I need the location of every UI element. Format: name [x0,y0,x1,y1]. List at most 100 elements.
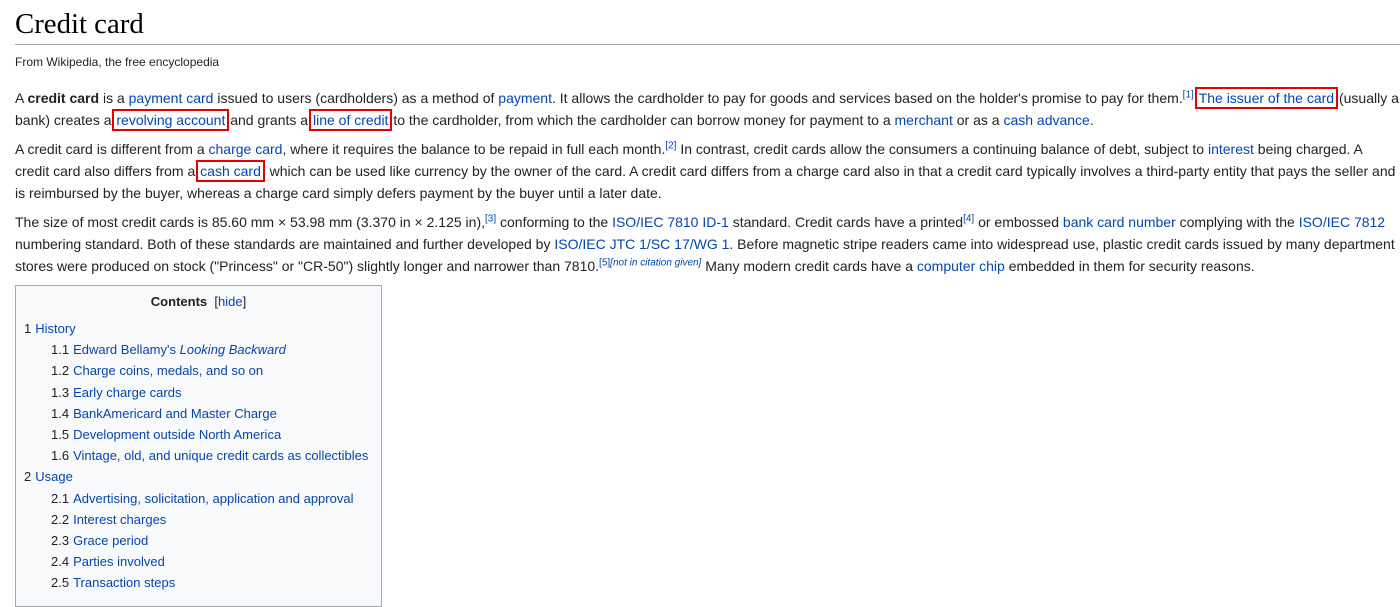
toc-item-usage[interactable]: 2 Usage [24,466,373,487]
citation-3[interactable]: [3] [485,213,496,224]
citation-link[interactable]: [3] [485,213,496,224]
text: . It allows the cardholder to pay for go… [551,90,1183,106]
citation-5[interactable]: [5] [599,257,610,268]
link-issuer-highlighted[interactable]: The issuer of the card [1194,87,1339,109]
link-line-of-credit-highlighted[interactable]: line of credit [308,109,393,131]
toc-number: 1.6 [51,448,70,464]
link-cash-advance[interactable]: cash advance [1003,112,1089,128]
text: embedded in them for security reasons. [1004,258,1255,274]
toc-list: 1 History 1.1 Edward Bellamy's Looking Bac… [24,318,373,594]
article: Credit card From Wikipedia, the free enc… [0,0,1400,607]
toc-label: Transaction steps [73,575,176,591]
text: standard. Credit cards have a printed [728,214,964,230]
toc-label: Development outside North America [73,427,282,443]
toc-item-history[interactable]: 1 History [24,318,373,339]
link-payment-card[interactable]: payment card [129,90,214,106]
link-iso-iec-jtc1[interactable]: ISO/IEC JTC 1/SC 17/WG 1 [554,236,729,252]
link-interest[interactable]: interest [1208,141,1254,157]
site-subtitle: From Wikipedia, the free encyclopedia [15,55,220,69]
toc-item-interest-charges[interactable]: 2.2 Interest charges [24,509,373,530]
intro-paragraph-3: The size of most credit cards is 85.60 m… [15,211,1400,277]
toc-number: 1.4 [51,405,70,421]
toc-number: 1.5 [51,427,70,443]
page-title: Credit card [15,0,1400,45]
toc-item-charge-coins[interactable]: 1.2 Charge coins, medals, and so on [24,360,373,381]
citation-needed-note[interactable]: [not in citation given] [610,257,701,268]
toc-label: Vintage, old, and unique credit cards as… [73,448,369,464]
link-id-1[interactable]: ID-1 [702,214,728,230]
text: A [15,90,28,106]
toc-item-development-outside-na[interactable]: 1.5 Development outside North America [24,424,373,445]
toc-label: Parties involved [73,554,165,570]
toc-label: Edward Bellamy's [73,342,180,358]
citation-note-text: [not in citation given] [610,257,702,269]
text: and grants a [226,112,312,128]
link-iso-iec-7812[interactable]: ISO/IEC 7812 [1299,214,1385,230]
toc-header: Contents [hide] [24,293,373,311]
link-cash-card-highlighted[interactable]: cash card [196,160,265,182]
table-of-contents: Contents [hide] 1 History 1.1 Edward Bella… [15,285,382,607]
toc-label: Interest charges [73,511,167,527]
text: The size of most credit cards is 85.60 m… [15,214,485,230]
text: In contrast, credit cards allow the cons… [676,141,1208,157]
text: or as a [952,112,1004,128]
text: Many modern credit cards have a [701,258,917,274]
toc-item-parties-involved[interactable]: 2.4 Parties involved [24,551,373,572]
citation-link[interactable]: [4] [963,213,974,224]
toc-title: Contents [150,294,208,309]
link-payment[interactable]: payment [498,90,552,106]
toc-label: Advertising, solicitation, application a… [73,490,354,506]
link-bank-card-number[interactable]: bank card number [1063,214,1176,230]
toc-number: 2.5 [51,575,70,591]
toc-item-bankamericard[interactable]: 1.4 BankAmericard and Master Charge [24,403,373,424]
citation-4[interactable]: [4] [963,213,974,224]
text: , where it requires the balance to be re… [282,141,666,157]
toc-item-early-charge-cards[interactable]: 1.3 Early charge cards [24,382,373,403]
citation-link[interactable]: [1] [1183,89,1194,100]
text: or embossed [974,214,1063,230]
link-iso-iec-7810[interactable]: ISO/IEC 7810 [612,214,698,230]
citation-1[interactable]: [1] [1183,89,1194,100]
term-bold: credit card [27,90,100,106]
text: complying with the [1175,214,1299,230]
text: A credit card is different from a [15,141,209,157]
text: is a [99,90,129,106]
intro-paragraph-1: A credit card is a payment card issued t… [15,87,1400,131]
toc-number: 2.3 [51,533,70,549]
toc-number: 2.1 [51,490,70,506]
text: issued to users (cardholders) as a metho… [213,90,499,106]
citation-note-link[interactable]: [not in citation given] [610,257,701,268]
toc-label: Grace period [73,533,149,549]
link-computer-chip[interactable]: computer chip [917,258,1005,274]
toc-label: Early charge cards [73,384,182,400]
intro-paragraph-2: A credit card is different from a charge… [15,138,1400,204]
toc-number: 2.2 [51,511,70,527]
text: . [1089,112,1094,128]
toc-number: 1 [24,321,32,336]
toc-label: Usage [35,469,73,485]
citation-link[interactable]: [5] [599,257,610,268]
citation-link[interactable]: [2] [665,140,676,151]
toc-item-advertising[interactable]: 2.1 Advertising, solicitation, applicatio… [24,488,373,509]
toc-number: 2.4 [51,554,70,570]
toc-item-transaction-steps[interactable]: 2.5 Transaction steps [24,572,373,593]
toc-item-grace-period[interactable]: 2.3 Grace period [24,530,373,551]
citation-2[interactable]: [2] [665,140,676,151]
text: conforming to the [496,214,613,230]
link-revolving-account-highlighted[interactable]: revolving account [112,109,230,131]
toc-item-vintage-collectibles[interactable]: 1.6 Vintage, old, and unique credit cards… [24,445,373,466]
toc-label-italic: Looking Backward [179,342,286,358]
toc-number: 2 [24,469,32,485]
toc-hide-toggle[interactable]: hide [218,294,243,309]
link-charge-card[interactable]: charge card [209,141,283,157]
toc-item-edward-bellamy[interactable]: 1.1 Edward Bellamy's Looking Backward [24,339,373,360]
toc-label: Charge coins, medals, and so on [73,363,264,379]
text: numbering standard. Both of these standa… [15,236,555,252]
text: to the cardholder, from which the cardho… [389,112,895,128]
toc-number: 1.3 [51,384,70,400]
toc-number: 1.2 [51,363,70,379]
toc-bracket-close: ] [242,294,247,309]
toc-number: 1.1 [51,342,70,358]
toc-label: BankAmericard and Master Charge [73,405,277,421]
link-merchant[interactable]: merchant [895,112,953,128]
